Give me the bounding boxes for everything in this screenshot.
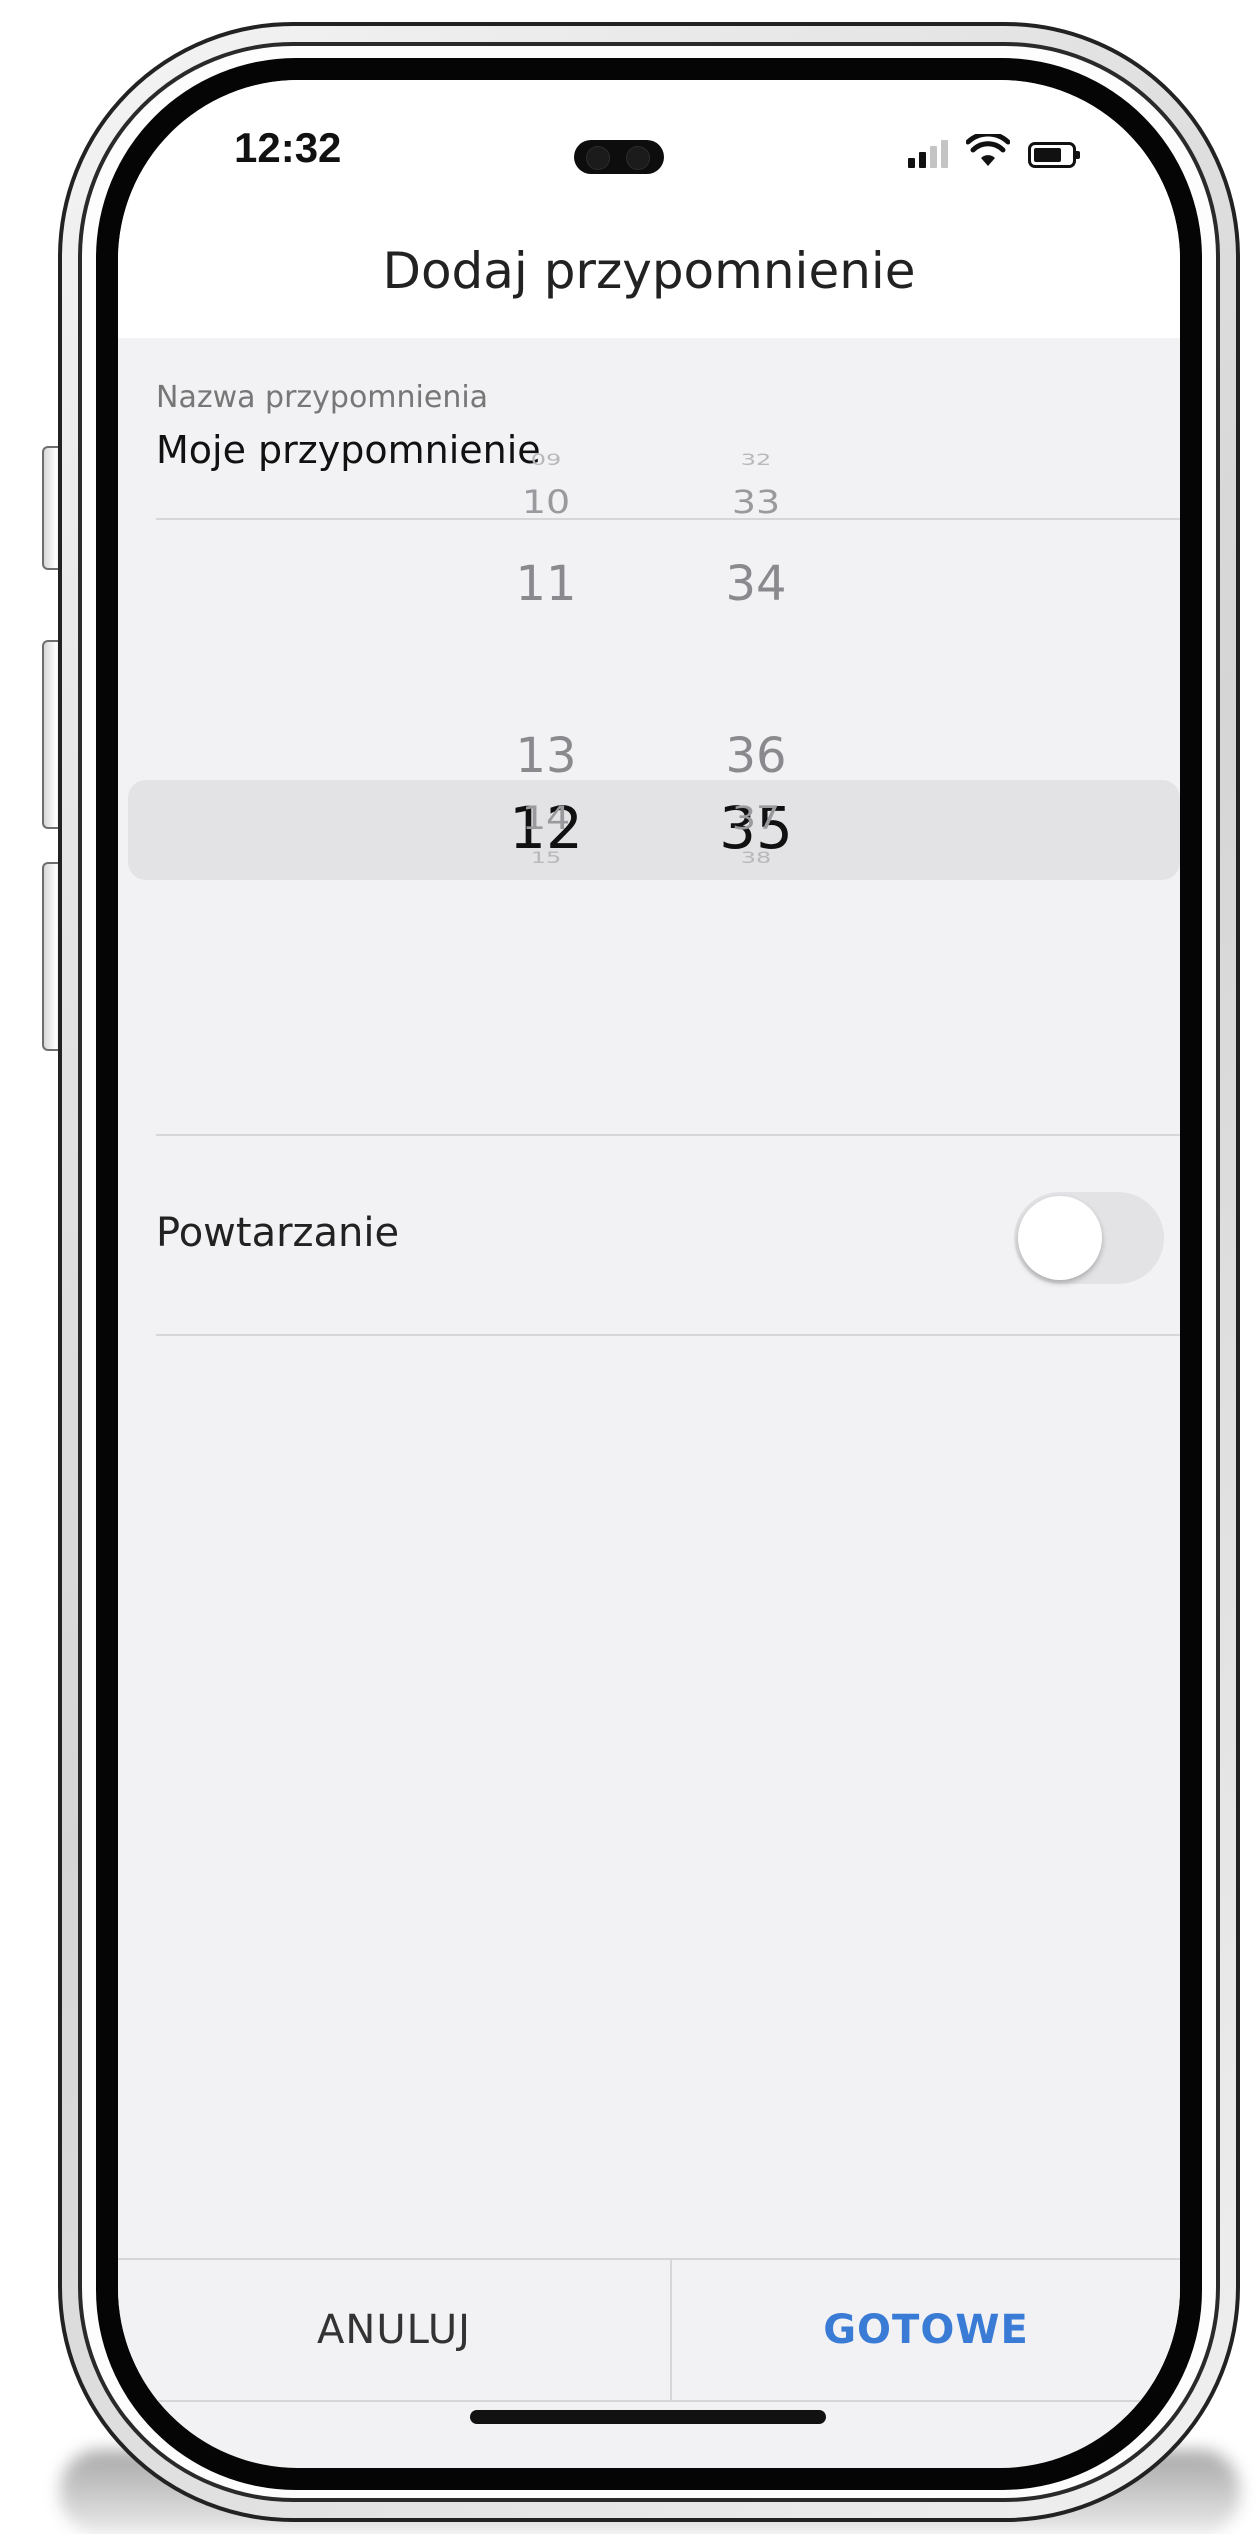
battery-icon bbox=[1028, 142, 1080, 168]
front-camera bbox=[574, 140, 664, 174]
hour-option[interactable]: 10 bbox=[486, 483, 606, 520]
header-area: 12:32 Dodaj przypomnienie bbox=[118, 80, 1180, 338]
done-button[interactable]: GOTOWE bbox=[672, 2260, 1180, 2400]
minute-option[interactable]: 36 bbox=[696, 728, 816, 784]
hour-option[interactable]: 11 bbox=[486, 556, 606, 612]
minute-option[interactable]: 37 bbox=[696, 799, 816, 836]
divider bbox=[156, 1134, 1180, 1136]
divider bbox=[156, 518, 1180, 520]
cancel-button[interactable]: ANULUJ bbox=[118, 2260, 670, 2400]
minute-option[interactable]: 33 bbox=[696, 483, 816, 520]
phone-screen: 12:32 Dodaj przypomnienie Nazwa przypomn… bbox=[118, 80, 1180, 2468]
picker-selection-band bbox=[128, 780, 1180, 880]
status-icons bbox=[908, 128, 1080, 168]
cellular-signal-icon bbox=[908, 138, 948, 168]
reminder-name-input[interactable]: Moje przypomnienie bbox=[156, 428, 541, 472]
minute-option[interactable]: 34 bbox=[696, 556, 816, 612]
minute-option[interactable]: 38 bbox=[696, 849, 816, 867]
wifi-icon bbox=[966, 134, 1010, 166]
hour-option[interactable]: 15 bbox=[486, 849, 606, 867]
repeat-toggle[interactable] bbox=[1014, 1192, 1164, 1284]
hour-option[interactable]: 14 bbox=[486, 799, 606, 836]
hour-option[interactable]: 13 bbox=[486, 728, 606, 784]
home-indicator[interactable] bbox=[470, 2410, 826, 2424]
reminder-name-label: Nazwa przypomnienia bbox=[156, 380, 489, 415]
page-title: Dodaj przypomnienie bbox=[382, 242, 916, 300]
divider bbox=[156, 1334, 1180, 1336]
minute-option[interactable]: 32 bbox=[696, 451, 816, 469]
toggle-knob bbox=[1018, 1196, 1102, 1280]
action-bar: ANULUJ GOTOWE bbox=[118, 2258, 1180, 2402]
repeat-label: Powtarzanie bbox=[156, 1210, 400, 1256]
hour-option[interactable]: 09 bbox=[486, 451, 606, 469]
status-time: 12:32 bbox=[234, 124, 342, 171]
